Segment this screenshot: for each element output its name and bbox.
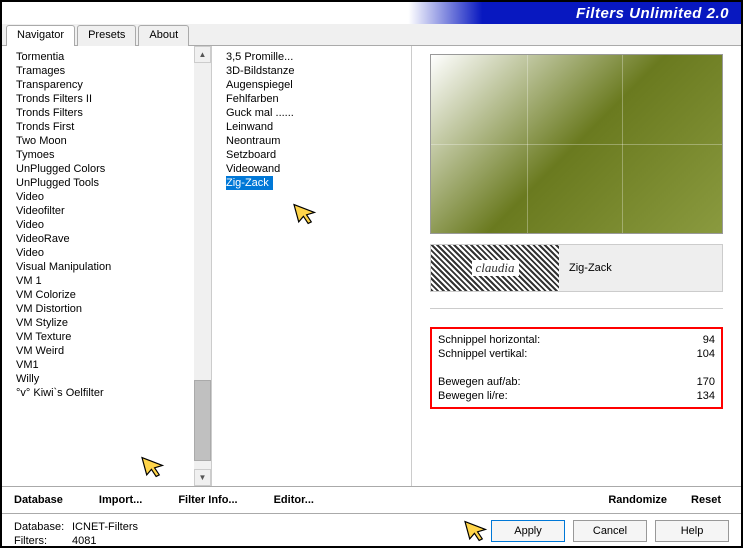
category-item[interactable]: Tormentia [16, 50, 194, 64]
editor-button[interactable]: Editor... [274, 494, 314, 506]
category-scrollbar[interactable]: ▲ ▼ [194, 46, 211, 486]
divider [430, 308, 723, 309]
db-label: Database: [14, 520, 72, 534]
database-info: Database:ICNET-Filters Filters:4081 [14, 520, 138, 548]
category-item[interactable]: Video [16, 246, 194, 260]
preview-pane: claudia Zig-Zack Schnippel horizontal: 9… [412, 46, 741, 486]
filters-count: 4081 [72, 534, 96, 548]
category-item[interactable]: VM Texture [16, 330, 194, 344]
preview-image [430, 54, 723, 234]
param-value: 104 [697, 348, 715, 360]
category-item[interactable]: Video [16, 218, 194, 232]
category-item[interactable]: VM1 [16, 358, 194, 372]
parameter-panel: Schnippel horizontal: 94 Schnippel verti… [430, 327, 723, 409]
tab-navigator[interactable]: Navigator [6, 25, 75, 46]
category-pane: TormentiaTramagesTransparencyTronds Filt… [2, 46, 212, 486]
filter-info-button[interactable]: Filter Info... [178, 494, 237, 506]
filter-item[interactable]: Zig-Zack [226, 176, 273, 190]
cancel-button[interactable]: Cancel [573, 520, 647, 542]
app-title: Filters Unlimited 2.0 [576, 5, 729, 22]
category-item[interactable]: VM 1 [16, 274, 194, 288]
category-item[interactable]: VM Stylize [16, 316, 194, 330]
param-row[interactable]: Bewegen li/re: 134 [438, 389, 715, 403]
param-label: Bewegen li/re: [438, 390, 508, 402]
tab-strip: Navigator Presets About [2, 24, 741, 46]
category-item[interactable]: VM Weird [16, 344, 194, 358]
filter-item[interactable]: Fehlfarben [226, 92, 283, 106]
param-label: Schnippel vertikal: [438, 348, 527, 360]
tab-presets[interactable]: Presets [77, 25, 136, 46]
category-item[interactable]: Transparency [16, 78, 194, 92]
category-item[interactable]: Visual Manipulation [16, 260, 194, 274]
database-button[interactable]: Database [14, 494, 63, 506]
toolbar: Database Import... Filter Info... Editor… [2, 486, 741, 514]
param-value: 170 [697, 376, 715, 388]
category-item[interactable]: VM Distortion [16, 302, 194, 316]
tab-about[interactable]: About [138, 25, 189, 46]
scroll-up-button[interactable]: ▲ [194, 46, 211, 63]
filter-name-label: Zig-Zack [559, 245, 722, 291]
randomize-button[interactable]: Randomize [608, 494, 667, 506]
filter-item[interactable]: 3D-Bildstanze [226, 64, 298, 78]
category-item[interactable]: UnPlugged Tools [16, 176, 194, 190]
scroll-down-button[interactable]: ▼ [194, 469, 211, 486]
filter-item[interactable]: Neontraum [226, 134, 284, 148]
filter-item[interactable]: 3,5 Promille... [226, 50, 297, 64]
category-list[interactable]: TormentiaTramagesTransparencyTronds Filt… [2, 46, 194, 486]
category-item[interactable]: Tronds First [16, 120, 194, 134]
filter-title-row: claudia Zig-Zack [430, 244, 723, 292]
filter-item[interactable]: Guck mal ...... [226, 106, 298, 120]
param-row[interactable]: Schnippel vertikal: 104 [438, 347, 715, 361]
help-button[interactable]: Help [655, 520, 729, 542]
category-item[interactable]: Tronds Filters [16, 106, 194, 120]
category-item[interactable]: Tronds Filters II [16, 92, 194, 106]
param-label: Bewegen auf/ab: [438, 376, 521, 388]
filter-list[interactable]: 3,5 Promille...3D-BildstanzeAugenspiegel… [212, 46, 411, 486]
category-item[interactable]: Video [16, 190, 194, 204]
category-item[interactable]: Tramages [16, 64, 194, 78]
author-logo: claudia [431, 245, 559, 291]
category-item[interactable]: Tymoes [16, 148, 194, 162]
category-item[interactable]: Videofilter [16, 204, 194, 218]
filter-pane: 3,5 Promille...3D-BildstanzeAugenspiegel… [212, 46, 412, 486]
category-item[interactable]: Willy [16, 372, 194, 386]
param-label: Schnippel horizontal: [438, 334, 540, 346]
title-bar: Filters Unlimited 2.0 [2, 2, 741, 24]
category-item[interactable]: UnPlugged Colors [16, 162, 194, 176]
category-item[interactable]: Two Moon [16, 134, 194, 148]
param-row[interactable]: Bewegen auf/ab: 170 [438, 375, 715, 389]
db-value: ICNET-Filters [72, 520, 138, 534]
import-button[interactable]: Import... [99, 494, 142, 506]
filter-item[interactable]: Videowand [226, 162, 284, 176]
filter-item[interactable]: Setzboard [226, 148, 280, 162]
category-item[interactable]: VideoRave [16, 232, 194, 246]
scroll-thumb[interactable] [194, 380, 211, 461]
filter-item[interactable]: Augenspiegel [226, 78, 297, 92]
filters-label: Filters: [14, 534, 72, 548]
param-row[interactable]: Schnippel horizontal: 94 [438, 333, 715, 347]
apply-button[interactable]: Apply [491, 520, 565, 542]
category-item[interactable]: VM Colorize [16, 288, 194, 302]
pointer-icon [463, 520, 489, 542]
filter-item[interactable]: Leinwand [226, 120, 277, 134]
param-value: 94 [703, 334, 715, 346]
footer: Database:ICNET-Filters Filters:4081 Appl… [2, 514, 741, 554]
reset-button[interactable]: Reset [691, 494, 721, 506]
scroll-track[interactable] [194, 63, 211, 469]
param-value: 134 [697, 390, 715, 402]
category-item[interactable]: °v° Kiwi`s Oelfilter [16, 386, 194, 400]
